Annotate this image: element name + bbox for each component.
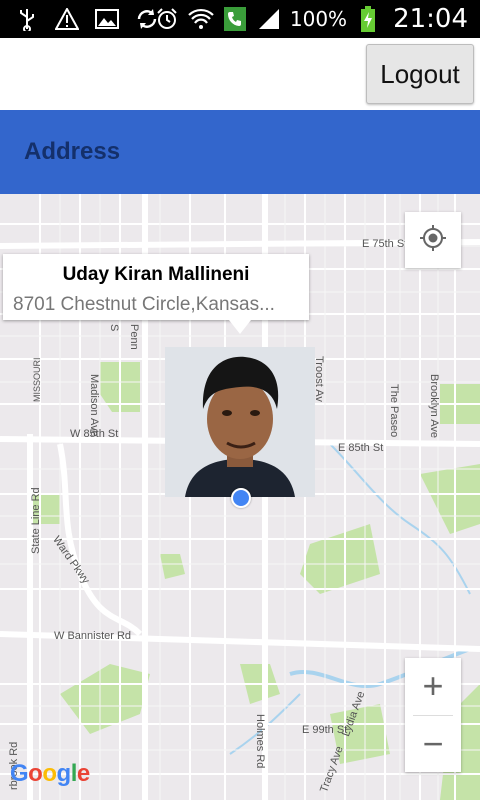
warning-icon bbox=[54, 6, 80, 32]
address-header: Address bbox=[0, 110, 480, 194]
image-icon bbox=[94, 6, 120, 32]
street-label: W Bannister Rd bbox=[54, 630, 132, 642]
street-label: E 85th St bbox=[338, 442, 384, 454]
call-icon bbox=[222, 6, 248, 32]
user-photo[interactable] bbox=[165, 347, 315, 497]
street-label: The Paseo bbox=[388, 384, 400, 438]
usb-icon bbox=[14, 6, 40, 32]
top-bar: Logout bbox=[0, 38, 480, 110]
street-label: E 75th St bbox=[362, 238, 408, 250]
street-label: W 85th St bbox=[70, 428, 119, 440]
battery-charging-icon bbox=[355, 6, 381, 32]
crosshair-icon bbox=[419, 224, 447, 257]
status-bar: 100% 21:04 bbox=[0, 0, 480, 38]
info-window[interactable]: Uday Kiran Mallineni 8701 Chestnut Circl… bbox=[3, 254, 309, 334]
wifi-icon bbox=[188, 6, 214, 32]
zoom-controls: + − bbox=[405, 658, 461, 772]
signal-icon bbox=[256, 6, 282, 32]
street-label: Penn bbox=[128, 324, 140, 350]
plus-icon: + bbox=[422, 665, 444, 706]
google-logo: Google bbox=[10, 760, 90, 787]
logout-button[interactable]: Logout bbox=[366, 44, 474, 104]
street-label: S bbox=[108, 324, 120, 332]
page-title: Address bbox=[24, 138, 121, 165]
map-view[interactable]: E 75th St Madison Ave Penn S W 85th St E… bbox=[0, 194, 480, 800]
clock: 21:04 bbox=[393, 4, 468, 34]
minus-icon: − bbox=[422, 723, 444, 764]
street-label: State Line Rd bbox=[30, 487, 42, 554]
zoom-out-button[interactable]: − bbox=[405, 716, 461, 772]
zoom-in-button[interactable]: + bbox=[405, 658, 461, 714]
state-label: MISSOURI bbox=[32, 357, 42, 402]
street-label: Brooklyn Ave bbox=[428, 374, 440, 439]
street-label: Holmes Rd bbox=[254, 714, 266, 769]
user-address: 8701 Chestnut Circle,Kansas... bbox=[13, 294, 275, 315]
battery-percent: 100% bbox=[289, 7, 348, 31]
my-location-button[interactable] bbox=[405, 212, 461, 268]
user-name: Uday Kiran Mallineni bbox=[62, 264, 250, 285]
location-marker[interactable] bbox=[231, 488, 251, 508]
alarm-icon bbox=[154, 6, 180, 32]
